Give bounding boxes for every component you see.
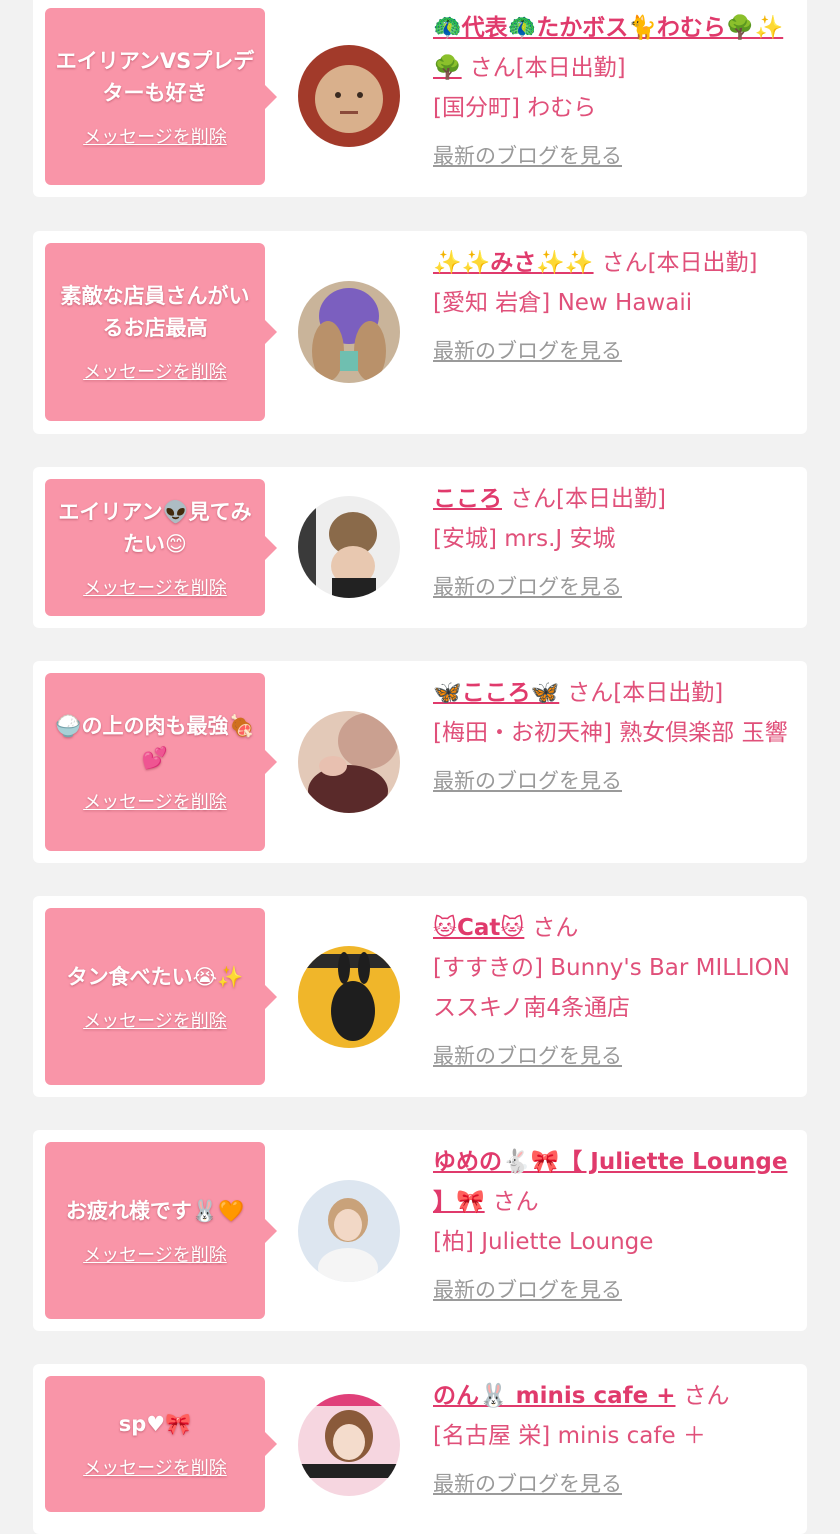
message-card: sp♥🎀 メッセージを削除 のん🐰 minis cafe + さん [名古屋 栄]… — [33, 1364, 807, 1534]
latest-blog-link[interactable]: 最新のブログを見る — [433, 136, 798, 176]
member-name-link[interactable]: のん🐰 minis cafe + — [433, 1383, 676, 1409]
message-bubble: エイリアンVSプレデターも好き メッセージを削除 — [45, 8, 277, 185]
message-text: エイリアンVSプレデターも好き — [55, 48, 255, 105]
member-name-link[interactable]: ゆめの🐇🎀【 Juliette Lounge 】🎀 — [433, 1149, 787, 1215]
honorific-status: さん[本日出勤] — [469, 55, 626, 81]
shop-name: [国分町] わむら — [433, 95, 597, 121]
message-bubble: sp♥🎀 メッセージを削除 — [45, 1376, 277, 1512]
avatar[interactable] — [298, 711, 400, 813]
member-info: 🐱Cat🐱 さん [すすきの] Bunny's Bar MILLION ススキノ南… — [433, 908, 798, 1076]
message-bubble: 素敵な店員さんがいるお店最高 メッセージを削除 — [45, 243, 277, 421]
member-info: ゆめの🐇🎀【 Juliette Lounge 】🎀 さん [柏] Juliette… — [433, 1142, 798, 1310]
avatar[interactable] — [298, 45, 400, 147]
message-text: sp♥🎀 — [118, 1412, 192, 1436]
latest-blog-link[interactable]: 最新のブログを見る — [433, 1464, 798, 1504]
member-info: のん🐰 minis cafe + さん [名古屋 栄] minis cafe ＋ … — [433, 1376, 798, 1504]
honorific-status: さん[本日出勤] — [510, 486, 666, 512]
message-card: 素敵な店員さんがいるお店最高 メッセージを削除 ✨✨みさ✨✨ さん[本日出勤] [… — [33, 231, 807, 434]
message-bubble: タン食べたい😭✨ メッセージを削除 — [45, 908, 277, 1085]
shop-name: [柏] Juliette Lounge — [433, 1229, 654, 1255]
avatar[interactable] — [298, 496, 400, 598]
shop-name: [愛知 岩倉] New Hawaii — [433, 290, 693, 316]
message-card: お疲れ様です🐰🧡 メッセージを削除 ゆめの🐇🎀【 Juliette Lounge… — [33, 1130, 807, 1331]
delete-message-link[interactable]: メッセージを削除 — [83, 788, 227, 814]
member-info: ✨✨みさ✨✨ さん[本日出勤] [愛知 岩倉] New Hawaii 最新のブログ… — [433, 243, 798, 371]
message-card: エイリアン👽見てみたい😊 メッセージを削除 こころ さん[本日出勤] [安城] m… — [33, 467, 807, 628]
member-info: 🦚代表🦚たかボス🐈わむら🌳✨🌳 さん[本日出勤] [国分町] わむら 最新のブログ… — [433, 8, 798, 176]
message-card: エイリアンVSプレデターも好き メッセージを削除 🦚代表🦚たかボス🐈わむら🌳✨🌳… — [33, 0, 807, 197]
message-text: タン食べたい😭✨ — [66, 964, 244, 989]
honorific-status: さん — [532, 915, 579, 941]
shop-name: [すすきの] Bunny's Bar MILLION ススキノ南4条通店 — [433, 955, 790, 1021]
message-card: タン食べたい😭✨ メッセージを削除 🐱Cat🐱 さん [すすきの] Bunny's… — [33, 896, 807, 1097]
latest-blog-link[interactable]: 最新のブログを見る — [433, 331, 798, 371]
message-bubble: お疲れ様です🐰🧡 メッセージを削除 — [45, 1142, 277, 1319]
member-name-link[interactable]: こころ — [433, 486, 502, 512]
message-text: お疲れ様です🐰🧡 — [65, 1198, 245, 1223]
honorific-status: さん — [492, 1189, 539, 1215]
delete-message-link[interactable]: メッセージを削除 — [83, 1241, 227, 1267]
member-info: 🦋こころ🦋 さん[本日出勤] [梅田・お初天神] 熟女倶楽部 玉響 最新のブログを… — [433, 673, 798, 801]
member-name-link[interactable]: 🦋こころ🦋 — [433, 680, 559, 706]
delete-message-link[interactable]: メッセージを削除 — [83, 358, 227, 384]
delete-message-link[interactable]: メッセージを削除 — [83, 1007, 227, 1033]
avatar[interactable] — [298, 1394, 400, 1496]
shop-name: [名古屋 栄] minis cafe ＋ — [433, 1423, 706, 1449]
delete-message-link[interactable]: メッセージを削除 — [83, 1454, 227, 1480]
shop-name: [安城] mrs.J 安城 — [433, 526, 616, 552]
honorific-status: さん — [683, 1383, 730, 1409]
avatar[interactable] — [298, 1180, 400, 1282]
honorific-status: さん[本日出勤] — [601, 250, 758, 276]
message-bubble: エイリアン👽見てみたい😊 メッセージを削除 — [45, 479, 277, 616]
latest-blog-link[interactable]: 最新のブログを見る — [433, 567, 798, 607]
avatar[interactable] — [298, 946, 400, 1048]
avatar[interactable] — [298, 281, 400, 383]
message-card: 🍚の上の肉も最強🍖💕 メッセージを削除 🦋こころ🦋 さん[本日出勤] [梅田・お初… — [33, 661, 807, 863]
message-text: 🍚の上の肉も最強🍖💕 — [55, 714, 255, 770]
shop-name: [梅田・お初天神] 熟女倶楽部 玉響 — [433, 720, 788, 746]
honorific-status: さん[本日出勤] — [567, 680, 724, 706]
member-name-link[interactable]: 🐱Cat🐱 — [433, 915, 524, 941]
latest-blog-link[interactable]: 最新のブログを見る — [433, 1036, 798, 1076]
latest-blog-link[interactable]: 最新のブログを見る — [433, 1270, 798, 1310]
member-name-link[interactable]: ✨✨みさ✨✨ — [433, 250, 594, 276]
message-text: エイリアン👽見てみたい😊 — [58, 499, 252, 556]
message-bubble: 🍚の上の肉も最強🍖💕 メッセージを削除 — [45, 673, 277, 851]
delete-message-link[interactable]: メッセージを削除 — [83, 574, 227, 600]
delete-message-link[interactable]: メッセージを削除 — [83, 123, 227, 149]
message-text: 素敵な店員さんがいるお店最高 — [60, 284, 250, 340]
member-info: こころ さん[本日出勤] [安城] mrs.J 安城 最新のブログを見る — [433, 479, 798, 607]
latest-blog-link[interactable]: 最新のブログを見る — [433, 761, 798, 801]
